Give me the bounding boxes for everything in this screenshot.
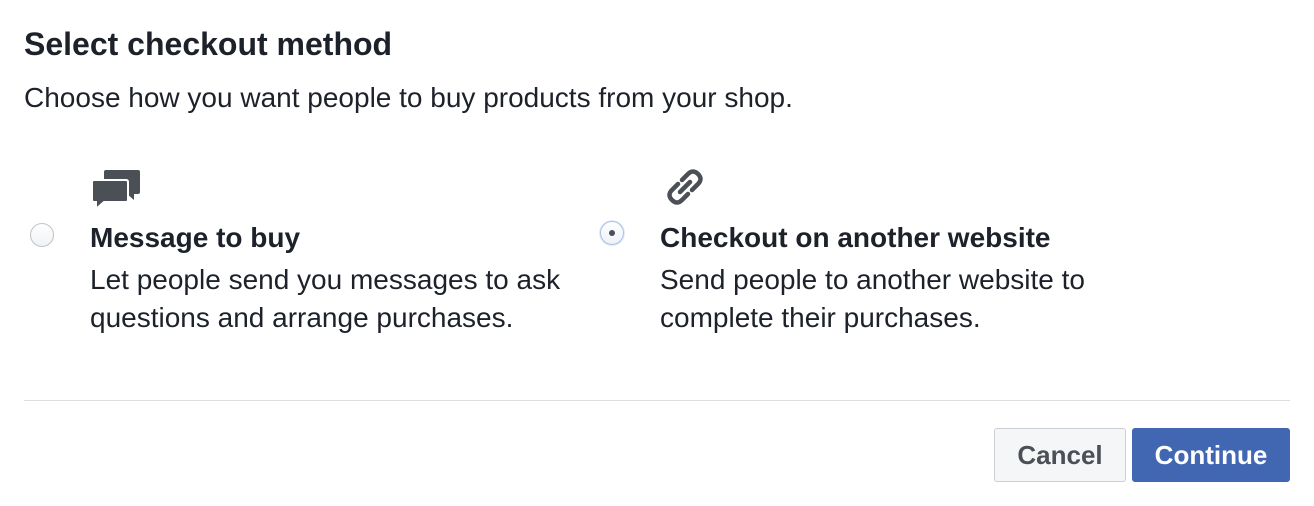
- link-icon: [662, 164, 708, 215]
- option-description: Let people send you messages to ask ques…: [90, 264, 561, 333]
- continue-button[interactable]: Continue: [1132, 428, 1290, 482]
- checkout-method-dialog: Select checkout method Choose how you wa…: [0, 0, 1314, 506]
- dialog-title: Select checkout method: [24, 26, 393, 62]
- option-description: Send people to another website to comple…: [660, 264, 1085, 333]
- option-title: Message to buy: [90, 222, 301, 253]
- radio-checkout-another-website[interactable]: [600, 221, 624, 245]
- message-bubbles-icon: [90, 166, 142, 217]
- cancel-button[interactable]: Cancel: [994, 428, 1126, 482]
- footer-divider: [24, 400, 1290, 401]
- dialog-subtitle: Choose how you want people to buy produc…: [24, 82, 793, 113]
- option-checkout-another-website[interactable]: Checkout on another website Send people …: [596, 160, 1196, 340]
- radio-message-to-buy[interactable]: [30, 223, 54, 247]
- option-title: Checkout on another website: [660, 222, 1051, 253]
- option-message-to-buy[interactable]: Message to buy Let people send you messa…: [28, 160, 560, 380]
- radio-selected-dot: [609, 230, 615, 236]
